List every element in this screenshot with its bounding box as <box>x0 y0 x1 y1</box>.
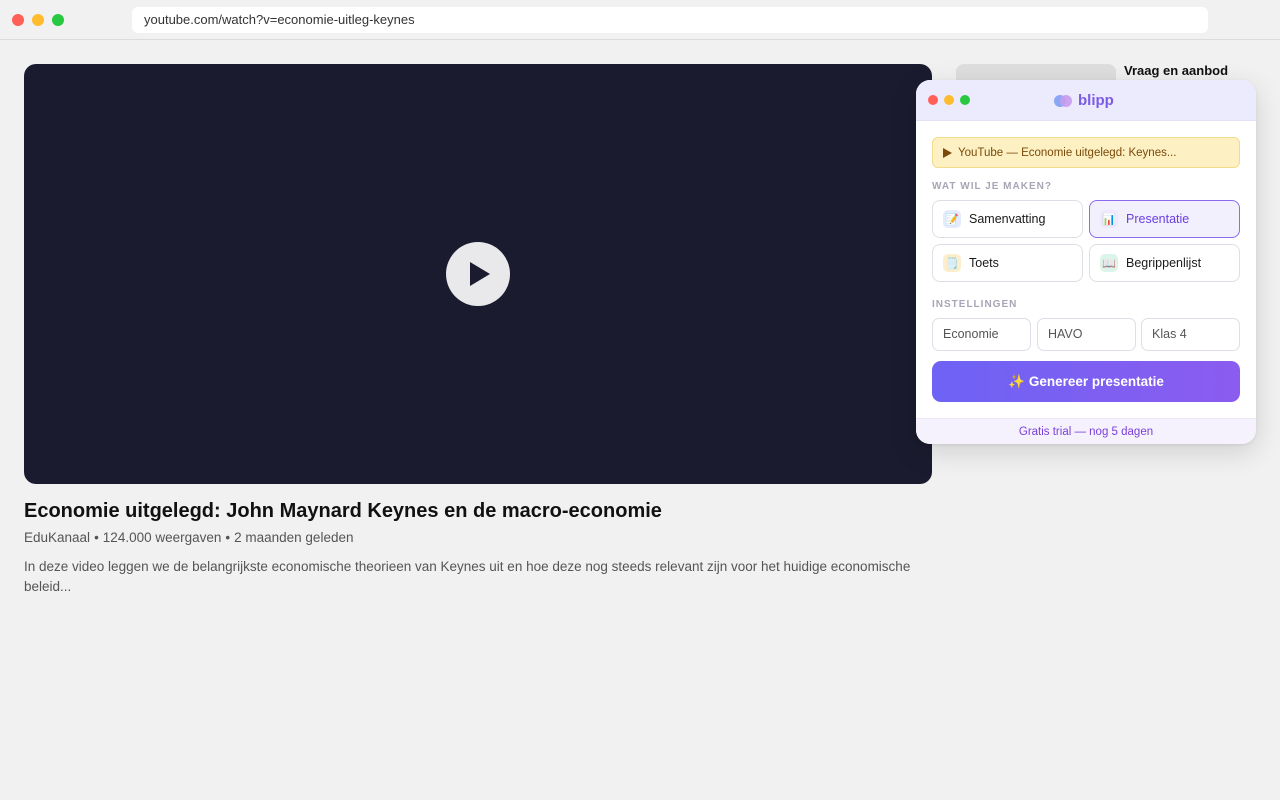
meta-separator: • <box>225 530 231 545</box>
upload-age: 2 maanden geleden <box>234 530 354 545</box>
section-label-make: WAT WIL JE MAKEN? <box>932 181 1052 192</box>
maximize-window-button[interactable] <box>52 14 64 26</box>
address-bar[interactable]: youtube.com/watch?v=economie-uitleg-keyn… <box>132 7 1208 33</box>
option-begrippenlijst[interactable]: 📖 Begrippenlijst <box>1089 244 1240 282</box>
source-banner: YouTube — Economie uitgelegd: Keynes... <box>932 137 1240 168</box>
play-icon <box>943 147 952 158</box>
video-description: In deze video leggen we de belangrijkste… <box>24 559 911 594</box>
blipp-extension-popup: blipp YouTube — Economie uitgelegd: Keyn… <box>916 80 1256 444</box>
play-icon <box>470 262 490 286</box>
source-title: YouTube — Economie uitgelegd: Keynes... <box>958 146 1177 159</box>
brand: blipp <box>1054 92 1114 109</box>
video-meta: EduKanaal • 124.000 weergaven • 2 maanden ge… <box>24 530 353 545</box>
video-title: Economie uitgelegd: John Maynard Keynes … <box>24 500 662 522</box>
popup-close-button[interactable] <box>928 95 938 105</box>
suggested-video-title[interactable]: Vraag en aanbod <box>1124 63 1228 78</box>
sparkles-icon: ✨ <box>1008 373 1025 389</box>
option-presentatie[interactable]: 📊 Presentatie <box>1089 200 1240 238</box>
notepad-icon: 🗒️ <box>943 254 961 272</box>
bar-chart-icon: 📊 <box>1100 210 1118 228</box>
brand-name: blipp <box>1078 92 1114 109</box>
option-label: Toets <box>969 256 999 270</box>
meta-separator: • <box>94 530 99 545</box>
play-button[interactable] <box>446 242 510 306</box>
view-count: 124.000 weergaven <box>102 530 222 545</box>
option-toets[interactable]: 🗒️ Toets <box>932 244 1083 282</box>
popup-minimize-button[interactable] <box>944 95 954 105</box>
option-samenvatting[interactable]: 📝 Samenvatting <box>932 200 1083 238</box>
popup-maximize-button[interactable] <box>960 95 970 105</box>
video-player[interactable] <box>24 64 932 484</box>
channel-name[interactable]: EduKanaal <box>24 530 90 545</box>
blipp-logo-icon <box>1054 94 1072 107</box>
generate-label: Genereer presentatie <box>1028 374 1164 389</box>
level-select[interactable]: HAVO <box>1037 318 1136 351</box>
subject-select[interactable]: Economie <box>932 318 1031 351</box>
generate-button[interactable]: ✨ Genereer presentatie <box>932 361 1240 402</box>
trial-status[interactable]: Gratis trial — nog 5 dagen <box>916 418 1256 444</box>
grade-select[interactable]: Klas 4 <box>1141 318 1240 351</box>
option-label: Presentatie <box>1126 212 1190 226</box>
minimize-window-button[interactable] <box>32 14 44 26</box>
section-label-settings: INSTELLINGEN <box>932 299 1018 310</box>
option-label: Samenvatting <box>969 212 1046 226</box>
browser-toolbar: youtube.com/watch?v=economie-uitleg-keyn… <box>0 0 1280 40</box>
memo-icon: 📝 <box>943 210 961 228</box>
open-book-icon: 📖 <box>1100 254 1118 272</box>
option-label: Begrippenlijst <box>1126 256 1202 270</box>
close-window-button[interactable] <box>12 14 24 26</box>
popup-header: blipp <box>916 80 1256 121</box>
